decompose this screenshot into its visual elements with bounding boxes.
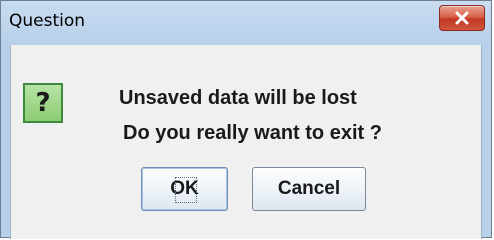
message-line-1: Unsaved data will be lost [119, 87, 357, 109]
question-dialog-window: Question ? Unsaved data will be lost Do … [0, 0, 492, 239]
message-line-2: Do you really want to exit ? [123, 122, 382, 144]
title-bar[interactable]: Question [1, 1, 491, 45]
dialog-body: ? Unsaved data will be lost Do you reall… [10, 45, 482, 239]
focus-indicator [175, 177, 197, 203]
dialog-title: Question [9, 11, 86, 31]
cancel-button[interactable]: Cancel [252, 167, 366, 211]
question-mark-icon: ? [23, 83, 63, 123]
ok-button[interactable]: OK [141, 167, 228, 211]
close-button[interactable] [439, 5, 485, 31]
cancel-button-label: Cancel [277, 178, 341, 199]
